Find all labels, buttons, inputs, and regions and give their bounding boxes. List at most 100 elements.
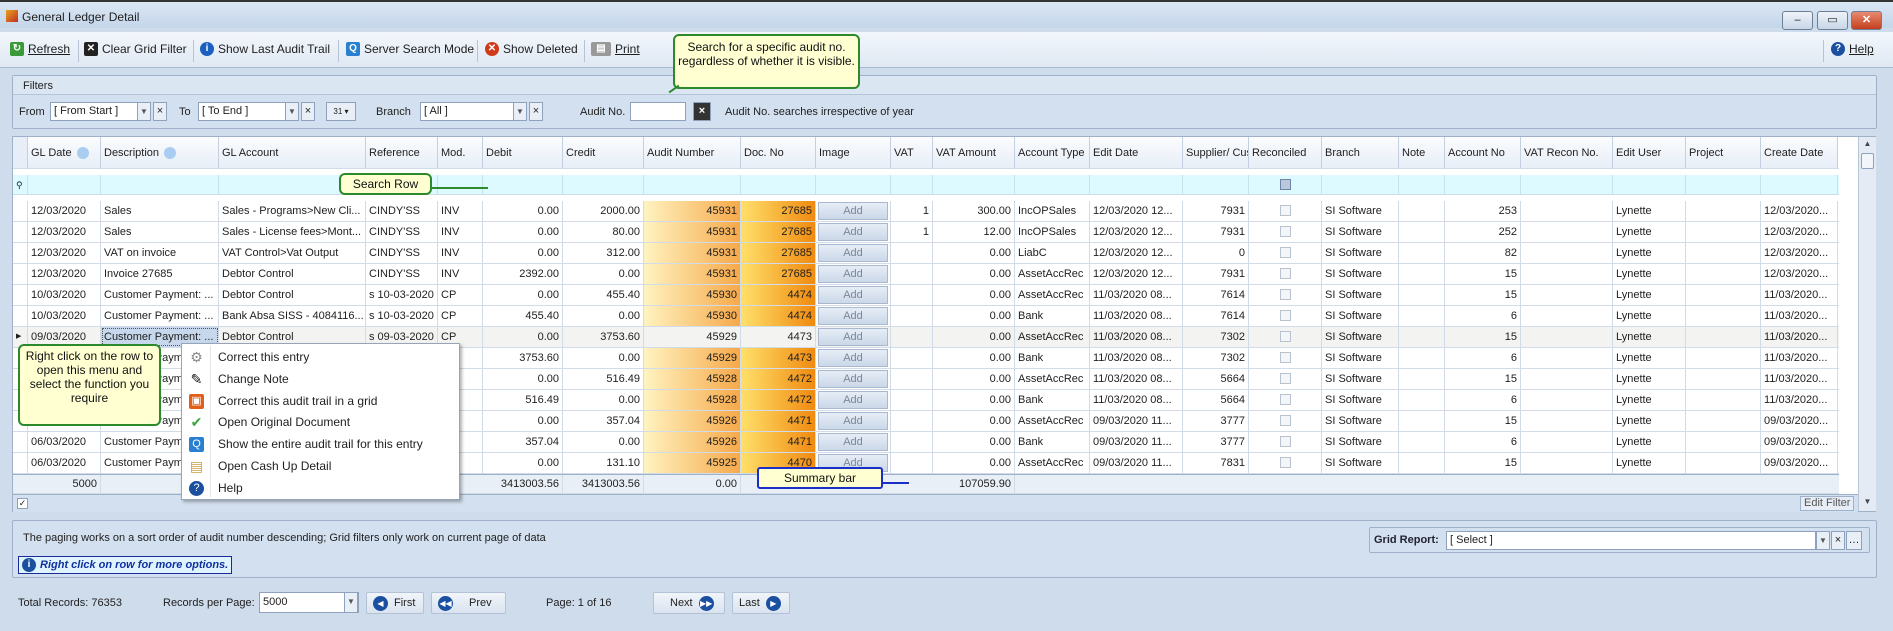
row-indicator[interactable] <box>13 243 28 263</box>
scroll-down-icon[interactable]: ▼ <box>1861 497 1874 509</box>
reconciled-checkbox[interactable] <box>1279 373 1291 384</box>
column-header-create-date[interactable]: Create Date <box>1761 137 1838 168</box>
reconciled-checkbox[interactable] <box>1279 226 1291 237</box>
reconciled-checkbox[interactable] <box>1279 247 1291 258</box>
grid-report-dropdown-button[interactable]: ▼ <box>1816 531 1830 550</box>
add-image-button[interactable]: Add <box>818 412 888 430</box>
search-cell[interactable] <box>933 175 1015 194</box>
last-page-button[interactable]: Last ▶ <box>732 592 790 614</box>
context-menu-item-change-note[interactable]: ✎ Change Note <box>182 368 459 390</box>
search-cell[interactable] <box>1399 175 1445 194</box>
to-clear-button[interactable]: × <box>301 102 315 121</box>
table-row[interactable]: 12/03/2020 Sales Sales - Programs>New Cli.… <box>13 201 1839 222</box>
search-cell[interactable] <box>28 175 101 194</box>
print-button[interactable]: ▤ Print <box>591 42 640 56</box>
reconciled-checkbox[interactable] <box>1279 457 1291 468</box>
column-header-vat-amount[interactable]: VAT Amount <box>933 137 1015 168</box>
reconciled-checkbox[interactable] <box>1279 268 1291 279</box>
search-cell[interactable] <box>563 175 644 194</box>
row-indicator[interactable] <box>13 432 28 452</box>
column-header-audit-number[interactable]: Audit Number <box>644 137 741 168</box>
row-indicator[interactable] <box>13 222 28 242</box>
reconciled-checkbox[interactable] <box>1279 205 1291 216</box>
add-image-button[interactable]: Add <box>818 349 888 367</box>
reconciled-checkbox[interactable] <box>1279 289 1291 300</box>
reconciled-checkbox[interactable] <box>1279 415 1291 426</box>
audit-no-input[interactable] <box>630 102 686 121</box>
column-header-reference[interactable]: Reference <box>366 137 438 168</box>
context-menu-item-open-cash-up-detail[interactable]: ▤ Open Cash Up Detail <box>182 455 459 477</box>
column-header-branch[interactable]: Branch <box>1322 137 1399 168</box>
first-page-button[interactable]: ◀ First <box>366 592 424 614</box>
records-per-page-dropdown[interactable]: ▼ <box>344 592 358 613</box>
table-row[interactable]: 10/03/2020 Customer Payment: ... Debtor Co… <box>13 285 1839 306</box>
add-image-button[interactable]: Add <box>818 265 888 283</box>
column-header-project[interactable]: Project <box>1686 137 1761 168</box>
column-header-edit-user[interactable]: Edit User <box>1613 137 1686 168</box>
context-menu-item-correct-this-entry[interactable]: ⚙ Correct this entry <box>182 346 459 368</box>
edit-filter-button[interactable]: Edit Filter <box>1800 496 1855 511</box>
column-header-edit-date[interactable]: Edit Date <box>1090 137 1183 168</box>
add-image-button[interactable]: Add <box>818 433 888 451</box>
reconciled-checkbox[interactable] <box>1279 436 1291 447</box>
reconciled-checkbox[interactable] <box>1279 310 1291 321</box>
add-image-button[interactable]: Add <box>818 286 888 304</box>
search-cell[interactable] <box>1249 175 1322 194</box>
add-image-button[interactable]: Add <box>818 370 888 388</box>
context-menu-item-correct-this-audit-trail-in-a-grid[interactable]: ▣ Correct this audit trail in a grid <box>182 390 459 412</box>
search-cell[interactable] <box>1686 175 1761 194</box>
server-search-mode-button[interactable]: Q Server Search Mode <box>346 42 474 56</box>
table-row[interactable]: 12/03/2020 Sales Sales - License fees>Mont… <box>13 222 1839 243</box>
row-indicator[interactable] <box>13 306 28 326</box>
search-cell[interactable] <box>816 175 891 194</box>
column-header-gl-account[interactable]: GL Account <box>219 137 366 168</box>
add-image-button[interactable]: Add <box>818 328 888 346</box>
search-cell[interactable] <box>644 175 741 194</box>
add-image-button[interactable]: Add <box>818 202 888 220</box>
from-clear-button[interactable]: × <box>153 102 167 121</box>
grid-report-clear-button[interactable]: × <box>1831 531 1845 550</box>
scroll-thumb[interactable] <box>1861 153 1874 169</box>
column-header-description[interactable]: Description <box>101 137 219 168</box>
row-indicator[interactable] <box>13 453 28 473</box>
branch-select[interactable]: [ All ] <box>420 102 526 121</box>
search-cell[interactable] <box>438 175 483 194</box>
search-cell[interactable] <box>1445 175 1521 194</box>
grid-footer-checkbox[interactable]: ✓ <box>17 498 28 509</box>
prev-page-button[interactable]: ◀◀ Prev <box>431 592 506 614</box>
scroll-up-icon[interactable]: ▲ <box>1861 139 1874 151</box>
show-last-audit-trail-button[interactable]: i Show Last Audit Trail <box>200 42 330 56</box>
column-header-vat-recon-no[interactable]: VAT Recon No. <box>1521 137 1613 168</box>
refresh-button[interactable]: ↻ Refresh <box>10 42 70 56</box>
search-cell[interactable] <box>101 175 219 194</box>
search-cell[interactable] <box>1183 175 1249 194</box>
search-cell[interactable] <box>1521 175 1613 194</box>
column-header-image[interactable]: Image <box>816 137 891 168</box>
close-button[interactable]: ✕ <box>1851 11 1882 30</box>
table-row[interactable]: 12/03/2020 VAT on invoice VAT Control>Vat … <box>13 243 1839 264</box>
table-row[interactable]: 10/03/2020 Customer Payment: ... Bank Absa… <box>13 306 1839 327</box>
search-cell[interactable] <box>1613 175 1686 194</box>
search-cell[interactable] <box>1015 175 1090 194</box>
column-header-credit[interactable]: Credit <box>563 137 644 168</box>
clear-grid-filter-button[interactable]: ✕ Clear Grid Filter <box>84 42 187 56</box>
add-image-button[interactable]: Add <box>818 307 888 325</box>
help-button[interactable]: ? Help <box>1831 42 1874 56</box>
row-indicator[interactable] <box>13 264 28 284</box>
column-header-note[interactable]: Note <box>1399 137 1445 168</box>
column-header-doc-no[interactable]: Doc. No <box>741 137 816 168</box>
context-menu-item-help[interactable]: ? Help <box>182 477 459 499</box>
next-page-button[interactable]: Next ▶▶ <box>653 592 725 614</box>
to-dropdown-button[interactable]: ▼ <box>285 102 299 121</box>
context-menu-item-open-original-document[interactable]: ✔ Open Original Document <box>182 411 459 433</box>
search-cell[interactable] <box>741 175 816 194</box>
from-dropdown-button[interactable]: ▼ <box>137 102 151 121</box>
table-row[interactable]: 12/03/2020 Invoice 27685 Debtor Control CIN… <box>13 264 1839 285</box>
add-image-button[interactable]: Add <box>818 244 888 262</box>
reconciled-checkbox[interactable] <box>1279 331 1291 342</box>
search-cell[interactable] <box>1090 175 1183 194</box>
column-header-account-no[interactable]: Account No <box>1445 137 1521 168</box>
row-indicator[interactable] <box>13 201 28 221</box>
from-date-field[interactable]: [ From Start ] <box>50 102 149 121</box>
branch-clear-button[interactable]: × <box>529 102 543 121</box>
